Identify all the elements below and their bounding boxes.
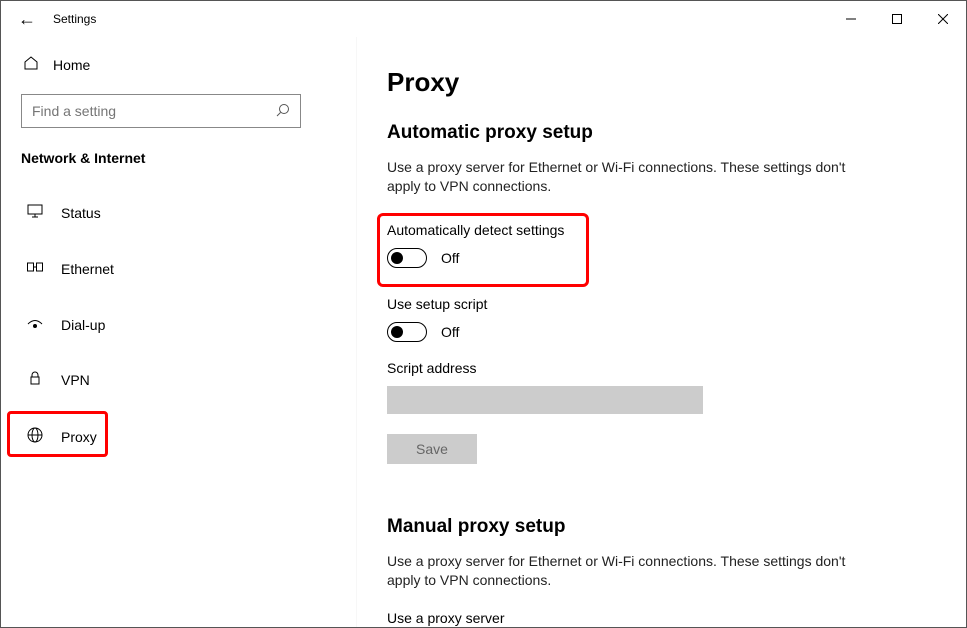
maximize-button[interactable] (874, 3, 920, 35)
sidebar-item-label: Proxy (61, 429, 97, 445)
auto-description: Use a proxy server for Ethernet or Wi-Fi… (387, 158, 867, 196)
sidebar-item-label: VPN (61, 372, 90, 388)
sidebar-item-status[interactable]: Status (21, 196, 336, 230)
detect-settings-label: Automatically detect settings (387, 222, 564, 238)
dialup-icon (25, 316, 45, 333)
detect-settings-state: Off (441, 250, 459, 266)
search-icon (276, 103, 290, 120)
setup-script-label: Use setup script (387, 296, 936, 312)
window-title: Settings (53, 12, 96, 26)
setup-script-toggle[interactable] (387, 322, 427, 342)
auto-heading: Automatic proxy setup (387, 122, 936, 144)
use-proxy-label: Use a proxy server (387, 610, 936, 626)
sidebar-item-label: Status (61, 205, 101, 221)
page-title: Proxy (387, 67, 936, 98)
home-button[interactable]: Home (21, 47, 336, 82)
sidebar-item-label: Ethernet (61, 261, 114, 277)
detect-settings-toggle[interactable] (387, 248, 427, 268)
save-button: Save (387, 434, 477, 464)
close-button[interactable] (920, 3, 966, 35)
vpn-icon (25, 371, 45, 389)
search-input[interactable] (32, 103, 276, 119)
script-address-input (387, 386, 703, 414)
manual-heading: Manual proxy setup (387, 516, 936, 538)
search-input-wrapper[interactable] (21, 94, 301, 128)
sidebar-item-ethernet[interactable]: Ethernet (21, 252, 336, 286)
sidebar-item-proxy[interactable]: Proxy (21, 419, 336, 455)
sidebar-item-dialup[interactable]: Dial-up (21, 308, 336, 341)
ethernet-icon (25, 260, 45, 278)
proxy-icon (25, 427, 45, 447)
status-icon (25, 204, 45, 222)
minimize-button[interactable] (828, 3, 874, 35)
setup-script-state: Off (441, 324, 459, 340)
home-icon (23, 55, 39, 74)
category-heading: Network & Internet (21, 150, 336, 166)
home-label: Home (53, 57, 90, 73)
back-button[interactable]: ← (11, 9, 43, 30)
manual-description: Use a proxy server for Ethernet or Wi-Fi… (387, 552, 867, 590)
sidebar-item-label: Dial-up (61, 317, 105, 333)
sidebar-item-vpn[interactable]: VPN (21, 363, 336, 397)
script-address-label: Script address (387, 360, 936, 376)
